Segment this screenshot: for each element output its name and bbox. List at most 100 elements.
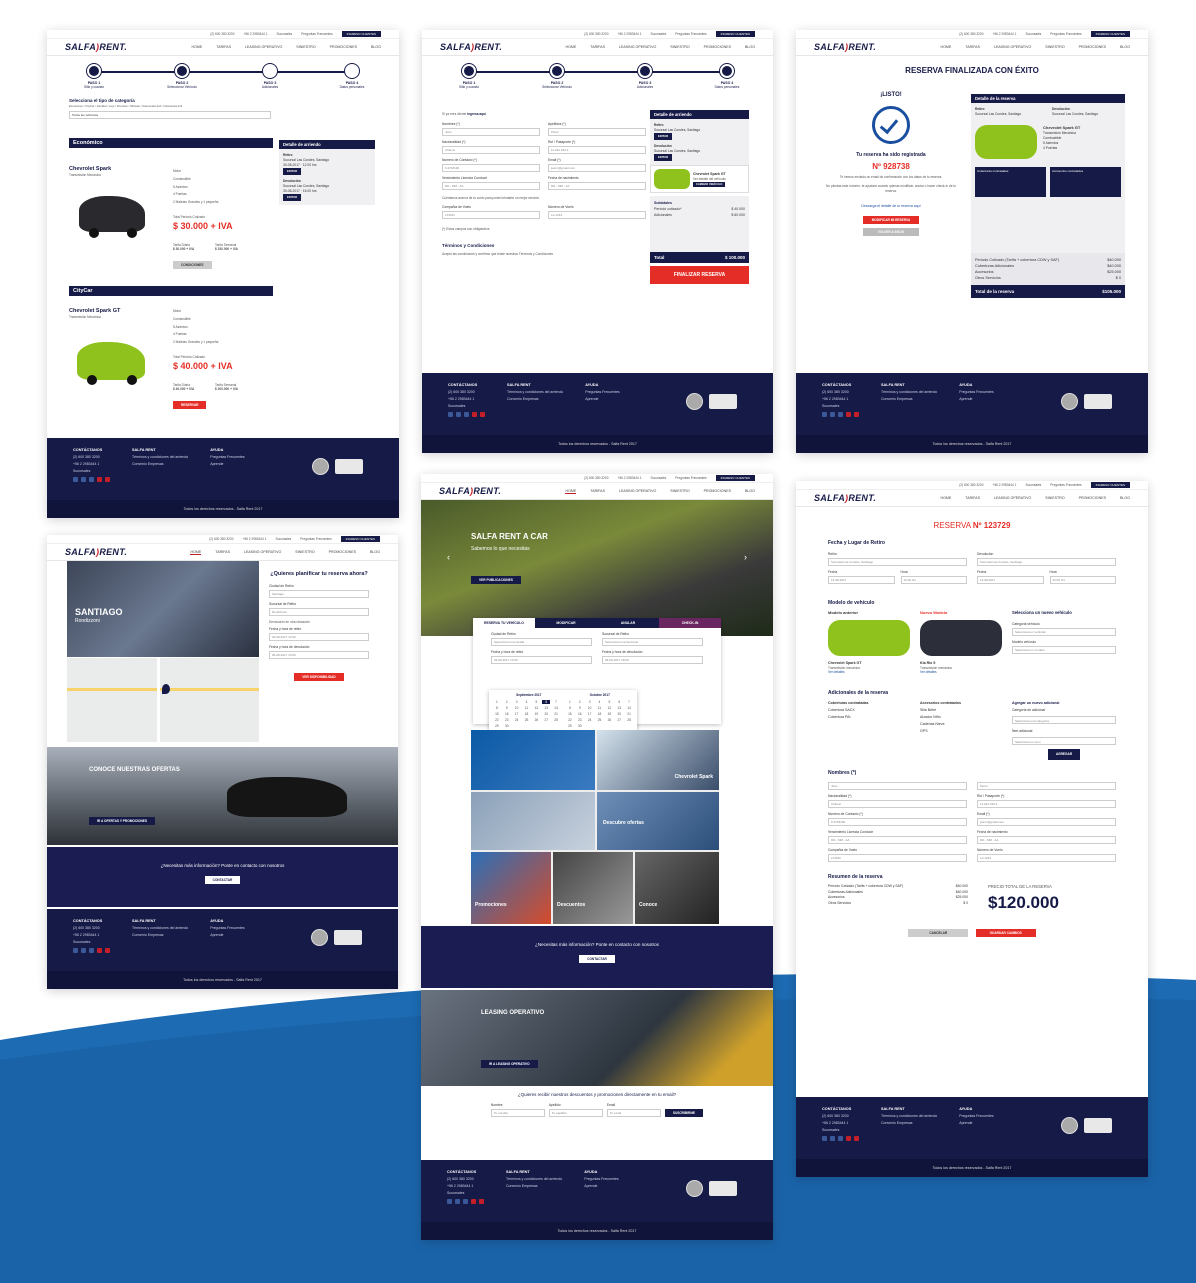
calendar-day[interactable]: 30	[576, 724, 584, 728]
calendar-day[interactable]: 7	[625, 700, 633, 704]
calendar-day[interactable]: 4	[523, 700, 531, 704]
cancel-button[interactable]: CANCELAR	[908, 929, 969, 937]
top-bar: (2) 600 380 3200 +56 2 2983444 1 Sucursale…	[47, 30, 399, 39]
calendar-day[interactable]: 16	[503, 712, 511, 716]
total-price: $120.000	[988, 893, 1059, 912]
calendar-day[interactable]: 28	[552, 718, 560, 722]
calendar-day[interactable]: 19	[605, 712, 613, 716]
calendar-day[interactable]: 9	[576, 706, 584, 710]
copy-icon	[263, 64, 277, 78]
calendar-day[interactable]: 19	[532, 712, 540, 716]
chevron-right-icon[interactable]: ›	[744, 552, 747, 562]
calendar-day[interactable]: 1	[566, 700, 574, 704]
finish-reservation-button[interactable]: FINALIZAR RESERVA	[650, 266, 749, 284]
check-availability-button[interactable]: VER DISPONIBILIDAD	[294, 673, 344, 681]
calendar-day[interactable]: 8	[493, 706, 501, 710]
client-login-button[interactable]: INGRESO CLIENTES	[341, 31, 381, 37]
calendar-day[interactable]: 27	[615, 718, 623, 722]
calendar-day[interactable]: 6	[615, 700, 623, 704]
calendar-day[interactable]: 5	[605, 700, 613, 704]
calendar-day[interactable]: 22	[493, 718, 501, 722]
terms-checkbox[interactable]: Acepto las condiciones y confirmo que le…	[442, 252, 646, 256]
plan-reservation-form: ¿Quieres planificar tu reserva ahora? Ci…	[269, 571, 369, 681]
car-image-green	[77, 342, 145, 380]
reserve-button[interactable]: RESERVAR	[173, 401, 207, 409]
screen-modify-reservation: (2) 600 380 3200 +56 2 2983444 1 Sucursale…	[796, 481, 1148, 1177]
calendar-day[interactable]: 23	[576, 718, 584, 722]
reservation-detail-panel: Detalle de la reserva Retiro Sucursal Las…	[971, 94, 1125, 298]
calendar-day[interactable]: 15	[566, 712, 574, 716]
conditions-button[interactable]: CONDICIONES	[173, 261, 212, 269]
calendar-day[interactable]: 28	[625, 718, 633, 722]
calendar-day[interactable]: 20	[542, 712, 550, 716]
chevron-left-icon[interactable]: ‹	[447, 552, 450, 562]
calendar-day[interactable]: 13	[615, 706, 623, 710]
calendar-day[interactable]: 4	[596, 700, 604, 704]
calendar-day[interactable]: 11	[523, 706, 531, 710]
calendar-day[interactable]: 26	[532, 718, 540, 722]
calendar-day[interactable]: 14	[552, 706, 560, 710]
user-icon	[345, 64, 359, 78]
calendar-day[interactable]: 1	[493, 700, 501, 704]
calendar-day[interactable]: 29	[493, 724, 501, 728]
promo-grid: Chevrolet Spark Descubre ofertas Promoci…	[471, 730, 719, 924]
car-features: Motor Combustible 5 Asientos 4 Puertas 2 Mal…	[173, 169, 219, 205]
calendar-day[interactable]: 27	[542, 718, 550, 722]
calendar-day[interactable]: 2	[576, 700, 584, 704]
branch-photo: SANTIAGO Rondizzoni	[67, 561, 259, 657]
calendar-day[interactable]: 18	[596, 712, 604, 716]
logo[interactable]: SALFA)RENT.	[440, 42, 502, 52]
calendar-day[interactable]: 30	[503, 724, 511, 728]
screen-branch-page: (2) 600 380 3200 +56 2 2983444 1 Sucursale…	[47, 535, 398, 989]
calendar-day[interactable]: 20	[615, 712, 623, 716]
calendar-day[interactable]: 2	[503, 700, 511, 704]
calendar-day[interactable]: 3	[513, 700, 521, 704]
car-icon	[175, 64, 189, 78]
calendar-day[interactable]: 22	[566, 718, 574, 722]
calendar-day[interactable]: 24	[586, 718, 594, 722]
calendar-day[interactable]: 17	[586, 712, 594, 716]
calendar-day[interactable]: 10	[513, 706, 521, 710]
map-pin-icon	[162, 684, 170, 694]
calendar-day[interactable]: 25	[596, 718, 604, 722]
calendar-day[interactable]: 12	[605, 706, 613, 710]
calendar-day[interactable]: 11	[596, 706, 604, 710]
calendar-day[interactable]: 25	[523, 718, 531, 722]
car-image-black	[79, 196, 145, 232]
calendar-day[interactable]: 10	[586, 706, 594, 710]
calendar-day[interactable]: 13	[542, 706, 550, 710]
calendar-day[interactable]: 21	[625, 712, 633, 716]
calendar-day[interactable]: 23	[503, 718, 511, 722]
check-circle-icon	[872, 106, 910, 144]
calendar-day[interactable]: 18	[523, 712, 531, 716]
car-thumbnail	[654, 169, 690, 189]
calendar-day[interactable]: 14	[625, 706, 633, 710]
calendar-day[interactable]: 5	[532, 700, 540, 704]
car-image-dark	[920, 620, 1002, 656]
rental-summary-panel: Detalle de arriendo Retiro Sucursal Las C…	[650, 110, 749, 284]
calendar-day[interactable]: 29	[566, 724, 574, 728]
back-home-button[interactable]: VOLVER A INICIO	[863, 228, 919, 236]
calendar-day[interactable]: 8	[566, 706, 574, 710]
calendar-day[interactable]: 12	[532, 706, 540, 710]
calendar-icon	[87, 64, 101, 78]
calendar-day[interactable]: 16	[576, 712, 584, 716]
calendar-day[interactable]: 24	[513, 718, 521, 722]
save-changes-button[interactable]: GUARDAR CAMBIOS	[975, 929, 1036, 937]
calendar-day[interactable]: 9	[503, 706, 511, 710]
car-image-green	[828, 620, 910, 656]
screen-reservation-success: (2) 600 380 3200 +56 2 2983444 1 Sucursale…	[796, 30, 1148, 453]
calendar-day[interactable]: 3	[586, 700, 594, 704]
category-select[interactable]: Todos los vehículos	[69, 111, 271, 119]
branch-map[interactable]	[67, 658, 259, 742]
calendar-day[interactable]: 7	[552, 700, 560, 704]
screen-step2-vehicle-select: (2) 600 380 3200 +56 2 2983444 1 Sucursale…	[47, 30, 399, 518]
calendar-day[interactable]: 17	[513, 712, 521, 716]
calendar-day[interactable]: 26	[605, 718, 613, 722]
calendar-day[interactable]: 15	[493, 712, 501, 716]
logo[interactable]: SALFA)RENT.	[65, 42, 127, 52]
modify-reservation-button[interactable]: MODIFICAR MI RESERVA	[863, 216, 919, 224]
calendar-day[interactable]: 21	[552, 712, 560, 716]
calendar-day[interactable]: 6	[542, 700, 551, 704]
personal-form: Si ya eres cliente ingresa aquí Nombres …	[442, 112, 646, 256]
